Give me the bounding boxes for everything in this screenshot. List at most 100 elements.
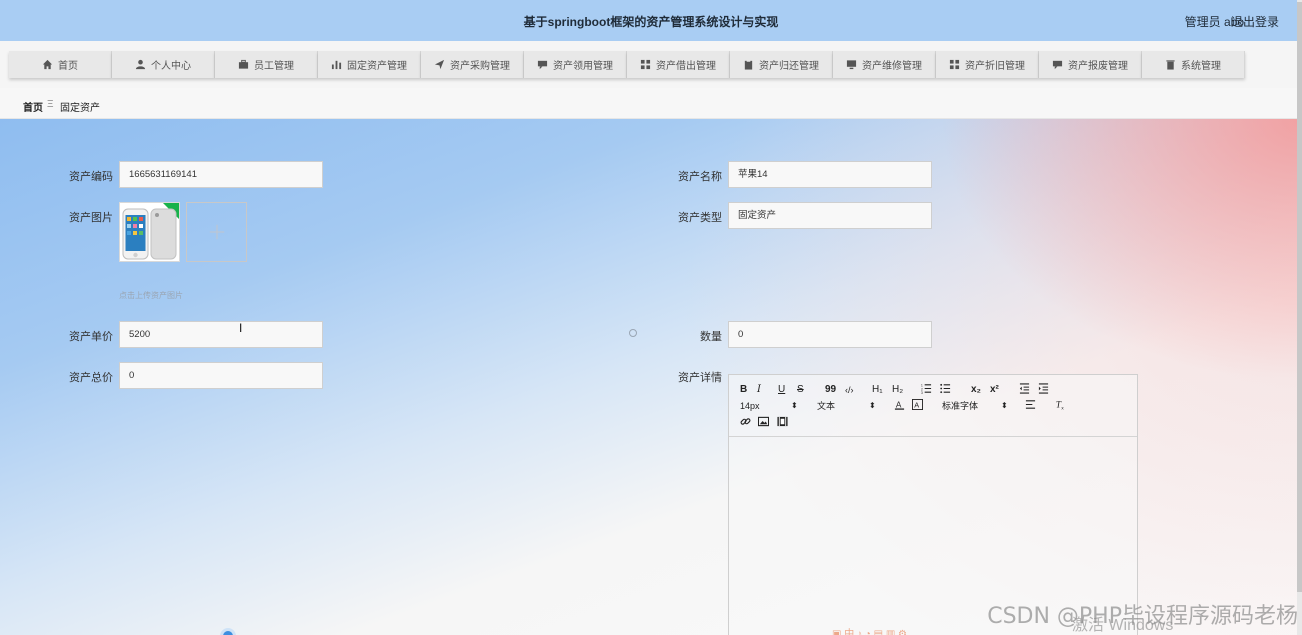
- breadcrumb-current: 固定资产: [60, 103, 100, 114]
- system-title: 基于springboot框架的资产管理系统设计与实现: [523, 15, 779, 29]
- font-family-select[interactable]: 标准字体: [942, 400, 978, 412]
- ordered-list-icon[interactable]: 123: [921, 383, 932, 398]
- grid-icon: [949, 59, 960, 70]
- align-icon[interactable]: [1025, 399, 1036, 414]
- asset-name-label: 资产名称: [678, 171, 722, 183]
- asset-image-label: 资产图片: [69, 212, 113, 224]
- font-size-arrow-icon: ⬍: [791, 401, 798, 410]
- nav-item-depreciation[interactable]: 资产折旧管理: [936, 51, 1039, 78]
- nav-item-label: 员工管理: [254, 61, 294, 72]
- nav-item-label: 资产归还管理: [759, 61, 819, 72]
- nav-item-home[interactable]: 首页: [9, 51, 112, 78]
- code-block-button[interactable]: ‹/›: [845, 384, 854, 396]
- svg-text:A: A: [914, 400, 919, 409]
- video-insert-icon[interactable]: [777, 416, 788, 431]
- nav-item-label: 资产借出管理: [656, 61, 716, 72]
- font-color-icon[interactable]: A: [894, 399, 905, 414]
- nav-item-system[interactable]: 系统管理: [1142, 51, 1245, 78]
- image-insert-icon[interactable]: [757, 416, 770, 431]
- nav-item-label: 固定资产管理: [347, 61, 407, 72]
- add-image-button[interactable]: [186, 202, 247, 262]
- nav-item-purchase[interactable]: 资产采购管理: [421, 51, 524, 78]
- nav-item-label: 首页: [58, 61, 78, 72]
- nav-item-label: 资产领用管理: [553, 61, 613, 72]
- settings-dot-icon: [629, 329, 637, 337]
- block-format-select[interactable]: 文本: [817, 400, 835, 412]
- blockquote-button[interactable]: 99: [825, 384, 836, 396]
- unit-price-label: 资产单价: [69, 331, 113, 343]
- breadcrumb: 首页 Ξ 固定资产: [0, 88, 1302, 119]
- nav-item-label: 资产折旧管理: [965, 61, 1025, 72]
- underline-button[interactable]: U: [778, 384, 785, 396]
- indent-increase-icon[interactable]: [1038, 383, 1049, 398]
- total-price-label: 资产总价: [69, 372, 113, 384]
- briefcase-icon: [238, 59, 249, 69]
- subscript-button[interactable]: x₂: [971, 384, 981, 396]
- background-color-icon[interactable]: A: [912, 399, 923, 414]
- nav-item-employee[interactable]: 员工管理: [215, 51, 318, 78]
- nav-item-label: 个人中心: [151, 61, 191, 72]
- link-icon[interactable]: [740, 416, 751, 431]
- asset-name-input[interactable]: 苹果14: [728, 161, 932, 188]
- plus-icon: [209, 224, 224, 240]
- quantity-input[interactable]: 0: [728, 321, 932, 348]
- asset-code-input[interactable]: 1665631169141: [119, 161, 323, 188]
- nav-item-label: 资产维修管理: [862, 61, 922, 72]
- indent-decrease-icon[interactable]: [1019, 383, 1030, 398]
- superscript-button[interactable]: x²: [990, 384, 999, 396]
- asset-type-label: 资产类型: [678, 212, 722, 224]
- svg-text:x: x: [1061, 406, 1064, 410]
- nav-item-label: 系统管理: [1181, 61, 1221, 72]
- bullet-list-icon[interactable]: [940, 383, 951, 398]
- csdn-watermark: CSDN @PHP毕设程序源码老杨: [987, 604, 1298, 629]
- monitor-icon: [846, 60, 857, 70]
- nav-item-receive[interactable]: 资产领用管理: [524, 51, 627, 78]
- user-icon: [135, 59, 146, 70]
- font-size-select[interactable]: 14px: [740, 400, 760, 412]
- heading2-button[interactable]: H₂: [892, 384, 903, 396]
- system-tray-icons: ▣ 中 ♪ ◔ ▤ ▥ ⚙: [832, 629, 908, 635]
- logout-link[interactable]: 退出登录: [1231, 13, 1279, 30]
- vertical-scrollbar[interactable]: [1297, 0, 1302, 635]
- nav-menu: 首页 个人中心 员工管理 固定资产管理 资产采购管理 资产领用管理 资产借出管理: [9, 51, 1245, 78]
- quantity-label: 数量: [700, 331, 722, 343]
- clear-format-icon[interactable]: Tx: [1055, 399, 1066, 414]
- asset-code-label: 资产编码: [69, 171, 113, 183]
- asset-detail-label: 资产详情: [678, 372, 722, 384]
- unit-price-input[interactable]: 5200: [119, 321, 323, 348]
- svg-text:3: 3: [921, 391, 923, 394]
- breadcrumb-home[interactable]: 首页: [23, 99, 43, 114]
- clipboard-icon: [744, 59, 753, 70]
- scrollbar-thumb[interactable]: [1297, 2, 1302, 592]
- nav-item-profile[interactable]: 个人中心: [112, 51, 215, 78]
- grid-icon: [640, 59, 651, 70]
- svg-text:A: A: [896, 400, 902, 409]
- nav-item-repair[interactable]: 资产维修管理: [833, 51, 936, 78]
- comment-icon: [537, 60, 548, 70]
- asset-image-thumbnail[interactable]: [119, 202, 180, 262]
- italic-button[interactable]: I: [757, 384, 761, 396]
- block-format-arrow-icon: ⬍: [869, 401, 876, 410]
- heading1-button[interactable]: H₁: [872, 384, 883, 396]
- nav-item-label: 资产采购管理: [450, 61, 510, 72]
- upload-hint: 点击上传资产图片: [119, 291, 183, 300]
- bold-button[interactable]: B: [740, 384, 747, 396]
- nav-bar: 首页 个人中心 员工管理 固定资产管理 资产采购管理 资产领用管理 资产借出管理: [0, 41, 1302, 88]
- nav-item-return[interactable]: 资产归还管理: [730, 51, 833, 78]
- bar-chart-icon: [331, 60, 342, 70]
- trash-icon: [1166, 60, 1175, 70]
- asset-type-input[interactable]: 固定资产: [728, 202, 932, 229]
- home-icon: [42, 59, 53, 70]
- nav-item-fixed-asset[interactable]: 固定资产管理: [318, 51, 421, 78]
- nav-item-scrap[interactable]: 资产报废管理: [1039, 51, 1142, 78]
- rich-text-editor: B I U S 99 ‹/› H₁ H₂ 123 x₂ x² 14px ⬍ 文本…: [728, 374, 1138, 635]
- top-header: 基于springboot框架的资产管理系统设计与实现 管理员 abo 退出登录: [0, 0, 1302, 41]
- editor-toolbar: B I U S 99 ‹/› H₁ H₂ 123 x₂ x² 14px ⬍ 文本…: [729, 375, 1137, 437]
- nav-item-lend[interactable]: 资产借出管理: [627, 51, 730, 78]
- total-price-input[interactable]: 0: [119, 362, 323, 389]
- text-cursor-icon: I: [239, 321, 243, 335]
- comment-icon: [1052, 60, 1063, 70]
- strike-button[interactable]: S: [797, 384, 804, 396]
- send-icon: [434, 59, 445, 70]
- nav-item-label: 资产报废管理: [1068, 61, 1128, 72]
